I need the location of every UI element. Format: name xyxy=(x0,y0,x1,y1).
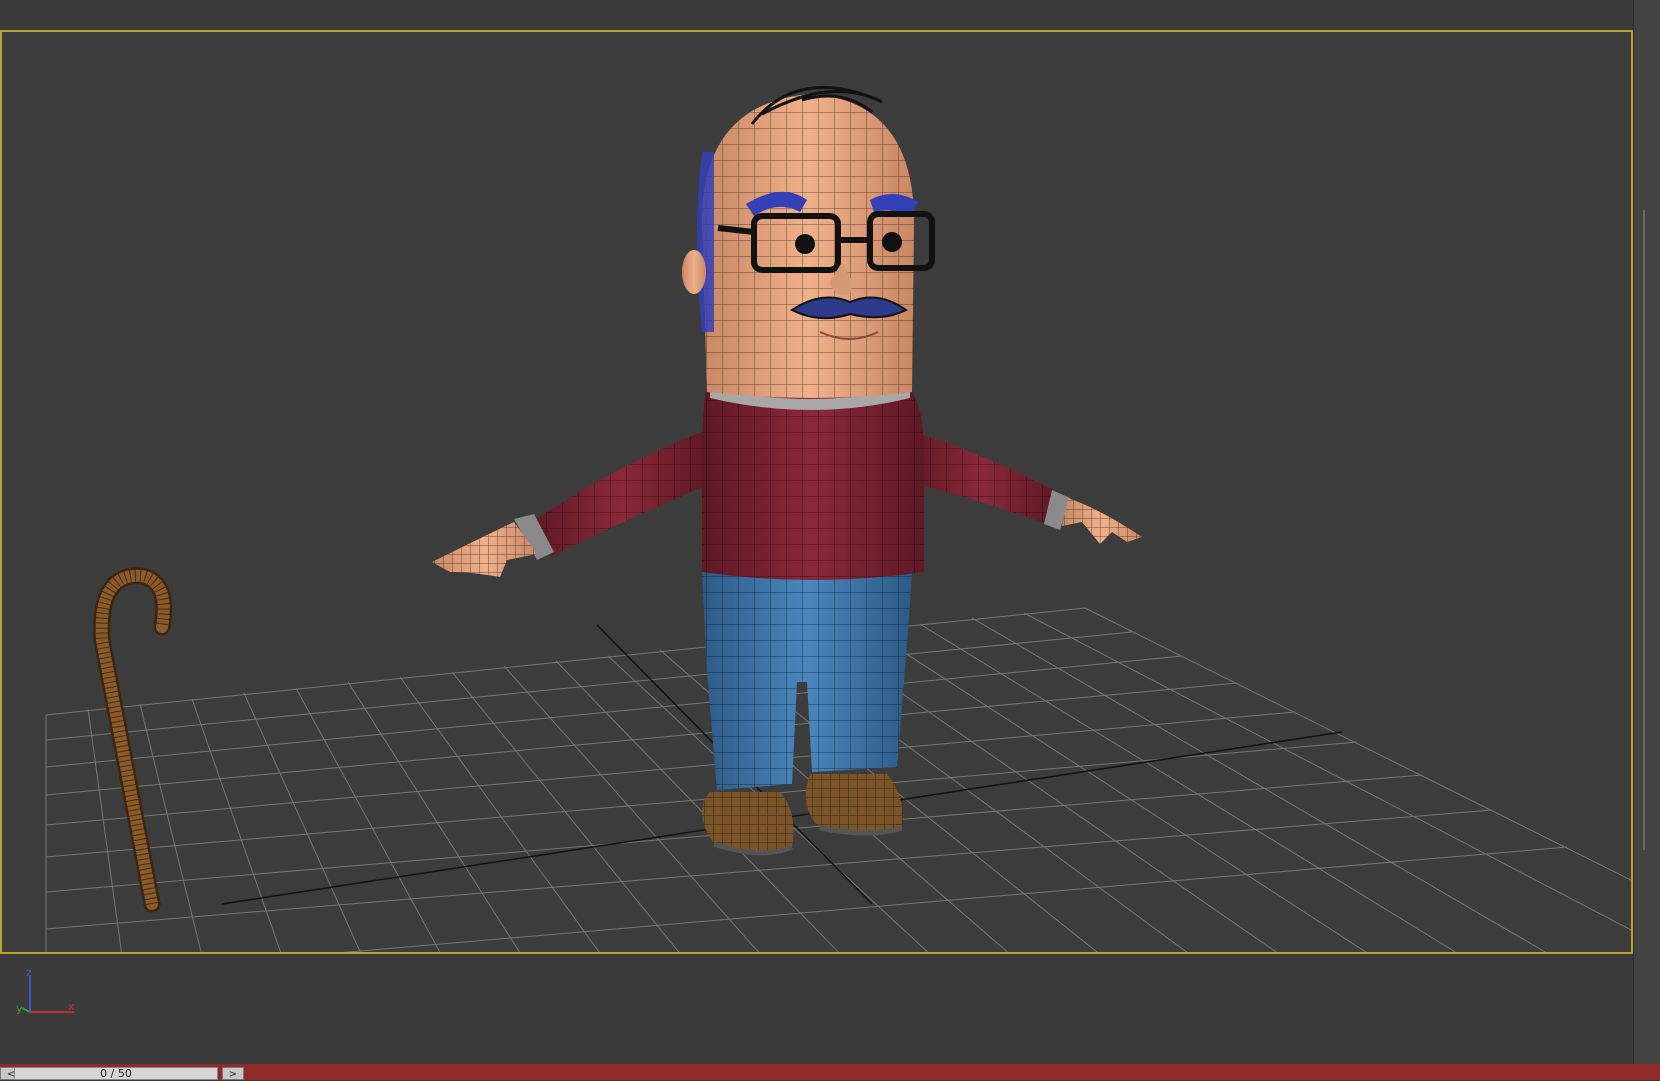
viewport-scene[interactable] xyxy=(2,32,1633,954)
walking-cane[interactable] xyxy=(93,567,173,913)
axis-tripod: z x y xyxy=(16,968,75,1015)
right-hand xyxy=(1062,498,1142,544)
jeans xyxy=(702,572,912,790)
mustache xyxy=(790,296,908,320)
right-panel-edge[interactable] xyxy=(1633,0,1660,1064)
time-next-button[interactable]: > xyxy=(222,1067,244,1080)
time-slider-bar[interactable] xyxy=(0,1064,1660,1080)
left-shoe xyxy=(701,792,794,856)
viewport-bottom-area xyxy=(0,954,1633,1064)
axis-x-label: x xyxy=(68,1000,75,1013)
panel-divider xyxy=(1643,210,1645,850)
sweater xyxy=(702,388,924,580)
viewport-top-strip xyxy=(0,0,1660,30)
left-arm xyxy=(514,430,710,560)
perspective-viewport[interactable] xyxy=(0,30,1633,954)
axis-y-label: y xyxy=(16,1002,23,1015)
time-slider-thumb[interactable]: 0 / 50 xyxy=(14,1067,218,1080)
right-arm xyxy=(907,430,1070,530)
axis-z-label: z xyxy=(26,968,32,979)
right-shoe xyxy=(805,774,903,836)
